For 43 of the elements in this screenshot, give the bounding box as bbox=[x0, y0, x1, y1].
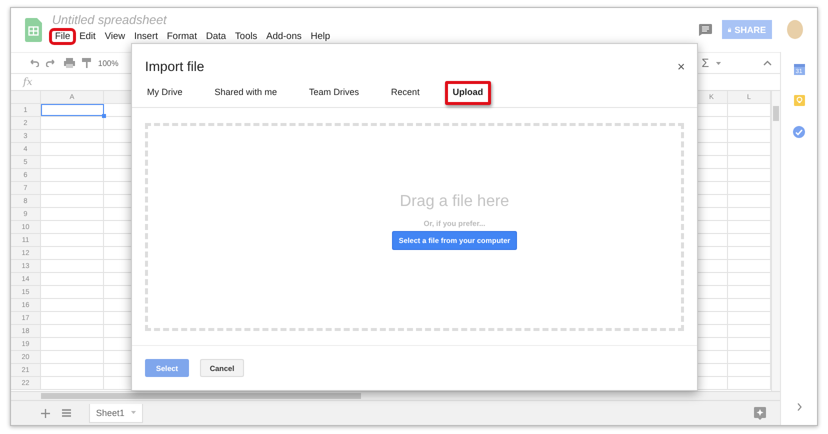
scrollbar[interactable] bbox=[11, 391, 780, 400]
caret-icon bbox=[130, 411, 136, 414]
dialog-tab[interactable]: Team Drives bbox=[302, 79, 366, 107]
sheet-tab[interactable]: Sheet1 bbox=[89, 404, 143, 422]
dialog-tab[interactable]: My Drive bbox=[140, 79, 190, 107]
paint-format-icon[interactable] bbox=[82, 58, 91, 68]
dialog-tab[interactable]: Recent bbox=[384, 79, 427, 107]
menu-item[interactable]: Format bbox=[164, 31, 200, 42]
sheets-logo-icon[interactable] bbox=[25, 18, 42, 42]
undo-icon[interactable] bbox=[28, 59, 39, 67]
dialog-tab[interactable]: Upload bbox=[444, 81, 492, 105]
checkmark-icon[interactable] bbox=[793, 126, 805, 138]
caret-icon[interactable] bbox=[716, 62, 721, 64]
close-button[interactable]: × bbox=[677, 59, 685, 74]
menu-item[interactable]: Edit bbox=[76, 31, 99, 42]
menu-item[interactable]: View bbox=[102, 31, 128, 42]
sheet-list-icon[interactable] bbox=[62, 409, 71, 417]
menu-item[interactable]: Help bbox=[308, 31, 334, 42]
functions-button[interactable]: Σ bbox=[702, 56, 709, 70]
comment-icon[interactable] bbox=[699, 24, 712, 36]
dialog-title: Import file bbox=[145, 59, 204, 74]
redo-icon[interactable] bbox=[46, 59, 57, 67]
menu-item[interactable]: Insert bbox=[131, 31, 161, 42]
dialog-tab[interactable]: Shared with me bbox=[208, 79, 284, 107]
document-title[interactable]: Untitled spreadsheet bbox=[52, 13, 699, 27]
selected-cell[interactable] bbox=[41, 104, 104, 116]
menu-item[interactable]: Tools bbox=[232, 31, 260, 42]
share-button[interactable]: SHARE bbox=[722, 20, 772, 39]
collapse-icon[interactable] bbox=[763, 60, 772, 66]
zoom-select[interactable]: 100% bbox=[98, 58, 118, 68]
lightbulb-icon[interactable] bbox=[794, 95, 804, 106]
explore-icon[interactable] bbox=[754, 406, 766, 420]
drop-title: Drag a file here bbox=[400, 193, 510, 212]
avatar[interactable] bbox=[787, 20, 803, 39]
formula-label: fx bbox=[23, 76, 32, 88]
menu-item[interactable]: Data bbox=[202, 31, 230, 42]
chevron-right-icon[interactable] bbox=[796, 403, 802, 411]
scrollbar[interactable] bbox=[771, 91, 780, 391]
add-sheet-icon[interactable] bbox=[41, 408, 50, 418]
menu-item[interactable]: File bbox=[52, 31, 74, 42]
print-icon[interactable] bbox=[64, 58, 75, 68]
lock-icon bbox=[728, 26, 732, 34]
menu-item[interactable]: Add-ons bbox=[263, 31, 305, 42]
